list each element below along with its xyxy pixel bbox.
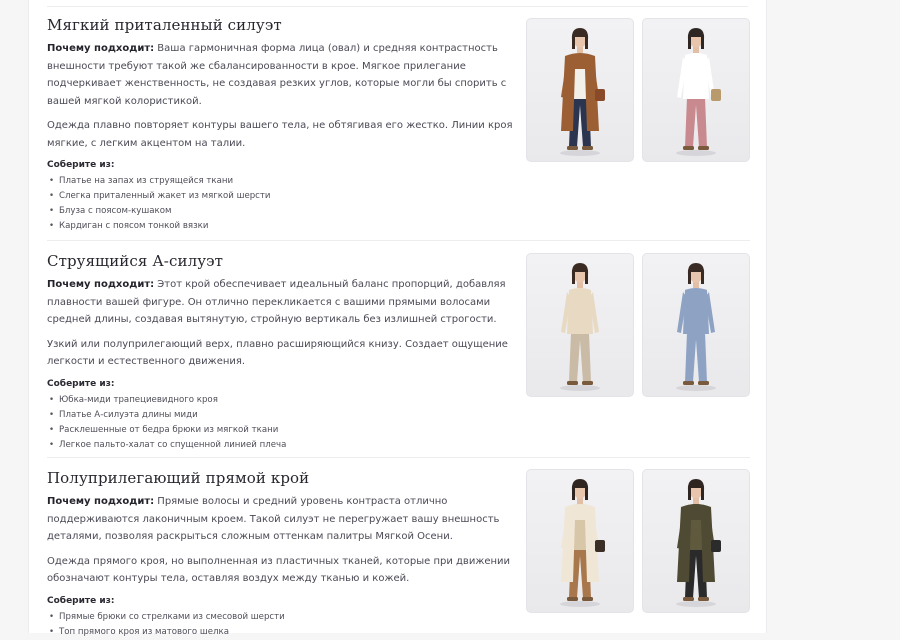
floor-shadow	[676, 385, 716, 391]
floor-shadow	[676, 150, 716, 156]
bag	[595, 89, 605, 101]
model-figure	[676, 479, 721, 607]
model-figure	[560, 263, 600, 391]
description-paragraph: Одежда прямого кроя, но выполненная из п…	[47, 555, 511, 585]
section-title: Полуприлегающий прямой крой	[47, 469, 310, 487]
description-paragraph: Одежда плавно повторяет контуры вашего т…	[47, 120, 513, 149]
floor-shadow	[560, 385, 600, 391]
items-list: Юбка-миди трапециевидного кроя Платье А-…	[47, 393, 517, 453]
model-brown-coat-photo	[526, 18, 634, 162]
bag	[711, 89, 721, 101]
floor-shadow	[676, 601, 716, 607]
legs	[569, 332, 591, 382]
list-item: Прямые брюки со стрелками из смесовой ше…	[47, 610, 517, 625]
torso	[683, 53, 709, 99]
shoe	[698, 146, 709, 150]
why-label: Почему подходит:	[47, 43, 155, 54]
shoe	[582, 146, 593, 150]
shoe	[582, 597, 593, 601]
list-item: Платье А-силуэта длины миди	[47, 408, 517, 423]
silhouette-section-straight: Полуприлегающий прямой крой Почему подхо…	[47, 469, 750, 640]
torso	[567, 288, 593, 334]
top-divider	[47, 6, 748, 7]
list-item: Юбка-миди трапециевидного кроя	[47, 393, 517, 408]
model-pleated-skirt-photo	[526, 253, 634, 397]
bag	[711, 540, 721, 552]
model-olive-coat-photo	[642, 469, 750, 613]
floor-shadow	[560, 150, 600, 156]
list-item: Расклешенные от бедра брюки из мягкой тк…	[47, 423, 517, 438]
section-divider	[47, 240, 750, 241]
shoe	[683, 381, 694, 385]
list-item: Кардиган с поясом тонкой вязки	[47, 219, 517, 234]
why-label: Почему подходит:	[47, 496, 155, 507]
shoe	[567, 381, 578, 385]
content-card: Мягкий приталенный силуэт Почему подходи…	[28, 0, 767, 640]
assemble-label: Соберите из:	[47, 378, 115, 389]
floor-shadow	[560, 601, 600, 607]
why-paragraph: Почему подходит: Прямые волосы и средний…	[47, 493, 517, 546]
section-title: Мягкий приталенный силуэт	[47, 16, 282, 34]
model-figure	[676, 263, 716, 391]
legs	[685, 97, 707, 147]
shoe	[683, 597, 694, 601]
section-divider	[47, 457, 750, 458]
section-title: Струящийся А-силуэт	[47, 252, 224, 270]
shoe	[698, 381, 709, 385]
bag	[595, 540, 605, 552]
items-list: Прямые брюки со стрелками из смесовой ше…	[47, 610, 517, 640]
section-text: Почему подходит: Ваша гармоничная форма …	[47, 40, 517, 234]
shoe	[683, 146, 694, 150]
model-figure	[560, 28, 605, 156]
assemble-label: Соберите из:	[47, 595, 115, 606]
items-list: Платье на запах из струящейся ткани Слег…	[47, 174, 517, 234]
description-paragraph: Узкий или полуприлегающий верх, плавно р…	[47, 338, 508, 368]
model-trench-coat-photo	[526, 469, 634, 613]
list-item: Блуза с поясом-кушаком	[47, 204, 517, 219]
model-floral-skirt-photo	[642, 18, 750, 162]
list-item: Платье на запах из струящейся ткани	[47, 174, 517, 189]
assemble-label: Соберите из:	[47, 160, 115, 170]
torso	[683, 288, 709, 334]
silhouette-section-fitted: Мягкий приталенный силуэт Почему подходи…	[47, 16, 750, 234]
shoe	[567, 146, 578, 150]
legs	[685, 332, 707, 382]
why-label: Почему подходит:	[47, 279, 155, 290]
model-figure	[560, 479, 605, 607]
why-paragraph: Почему подходит: Ваша гармоничная форма …	[47, 40, 517, 110]
model-blue-dress-photo	[642, 253, 750, 397]
why-paragraph: Почему подходит: Этот крой обеспечивает …	[47, 276, 517, 329]
section-text: Почему подходит: Этот крой обеспечивает …	[47, 276, 517, 453]
shoe	[582, 381, 593, 385]
shoe	[567, 597, 578, 601]
list-item: Слегка приталенный жакет из мягкой шерст…	[47, 189, 517, 204]
shoe	[698, 597, 709, 601]
list-item: Топ прямого кроя из матового шелка	[47, 625, 517, 640]
list-item: Легкое пальто-халат со спущенной линией …	[47, 438, 517, 453]
section-text: Почему подходит: Прямые волосы и средний…	[47, 493, 517, 640]
model-figure	[676, 28, 721, 156]
silhouette-section-a-line: Струящийся А-силуэт Почему подходит: Это…	[47, 252, 750, 453]
